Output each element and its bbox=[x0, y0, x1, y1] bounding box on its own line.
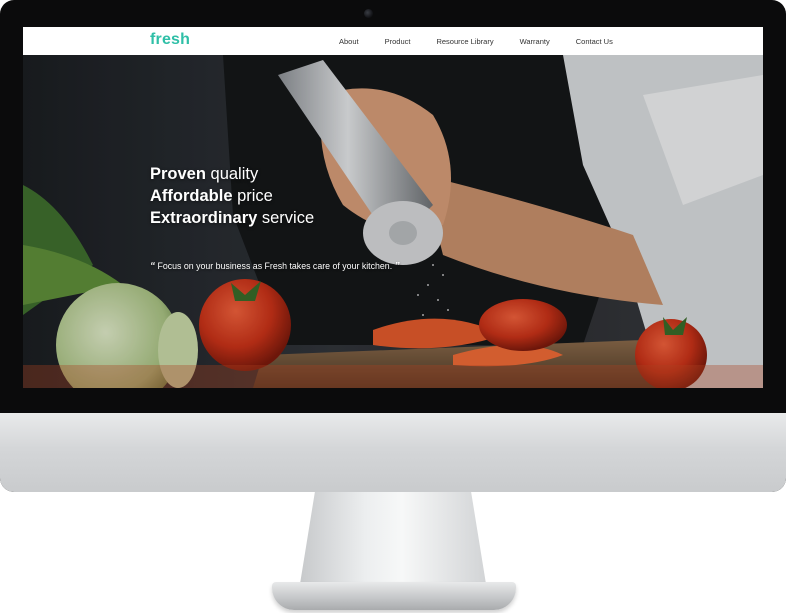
hero-line-service: Extraordinary service bbox=[150, 209, 315, 227]
monitor-stand-neck bbox=[300, 492, 486, 584]
hero-line-price: Affordable price bbox=[150, 187, 273, 205]
monitor-chin bbox=[0, 413, 786, 492]
nav-item-warranty[interactable]: Warranty bbox=[520, 37, 550, 46]
hero-image-chef-seasoning-tomatoes bbox=[23, 55, 763, 388]
nav-item-contact-us[interactable]: Contact Us bbox=[576, 37, 613, 46]
nav-item-resource-library[interactable]: Resource Library bbox=[436, 37, 493, 46]
hero-tagline: “ Focus on your business as Fresh takes … bbox=[150, 261, 400, 272]
hero-line-quality: Proven quality bbox=[150, 165, 259, 183]
tagline-text: Focus on your business as Fresh takes ca… bbox=[157, 261, 393, 271]
site-logo[interactable]: fresh bbox=[150, 31, 190, 49]
site-header: fresh About Product Resource Library War… bbox=[23, 27, 763, 55]
hero-headline: Proven quality Affordable price Extraord… bbox=[150, 163, 314, 229]
quote-open-icon: “ bbox=[150, 261, 155, 272]
nav-item-about[interactable]: About bbox=[339, 37, 359, 46]
main-nav: About Product Resource Library Warranty … bbox=[339, 27, 639, 55]
nav-item-product[interactable]: Product bbox=[385, 37, 411, 46]
camera-icon bbox=[364, 9, 373, 18]
hero-banner: Proven quality Affordable price Extraord… bbox=[23, 55, 763, 388]
quote-close-icon: ” bbox=[394, 261, 400, 272]
monitor-stand-base bbox=[272, 582, 516, 610]
screen: fresh About Product Resource Library War… bbox=[23, 27, 763, 388]
monitor-frame: fresh About Product Resource Library War… bbox=[0, 0, 786, 492]
